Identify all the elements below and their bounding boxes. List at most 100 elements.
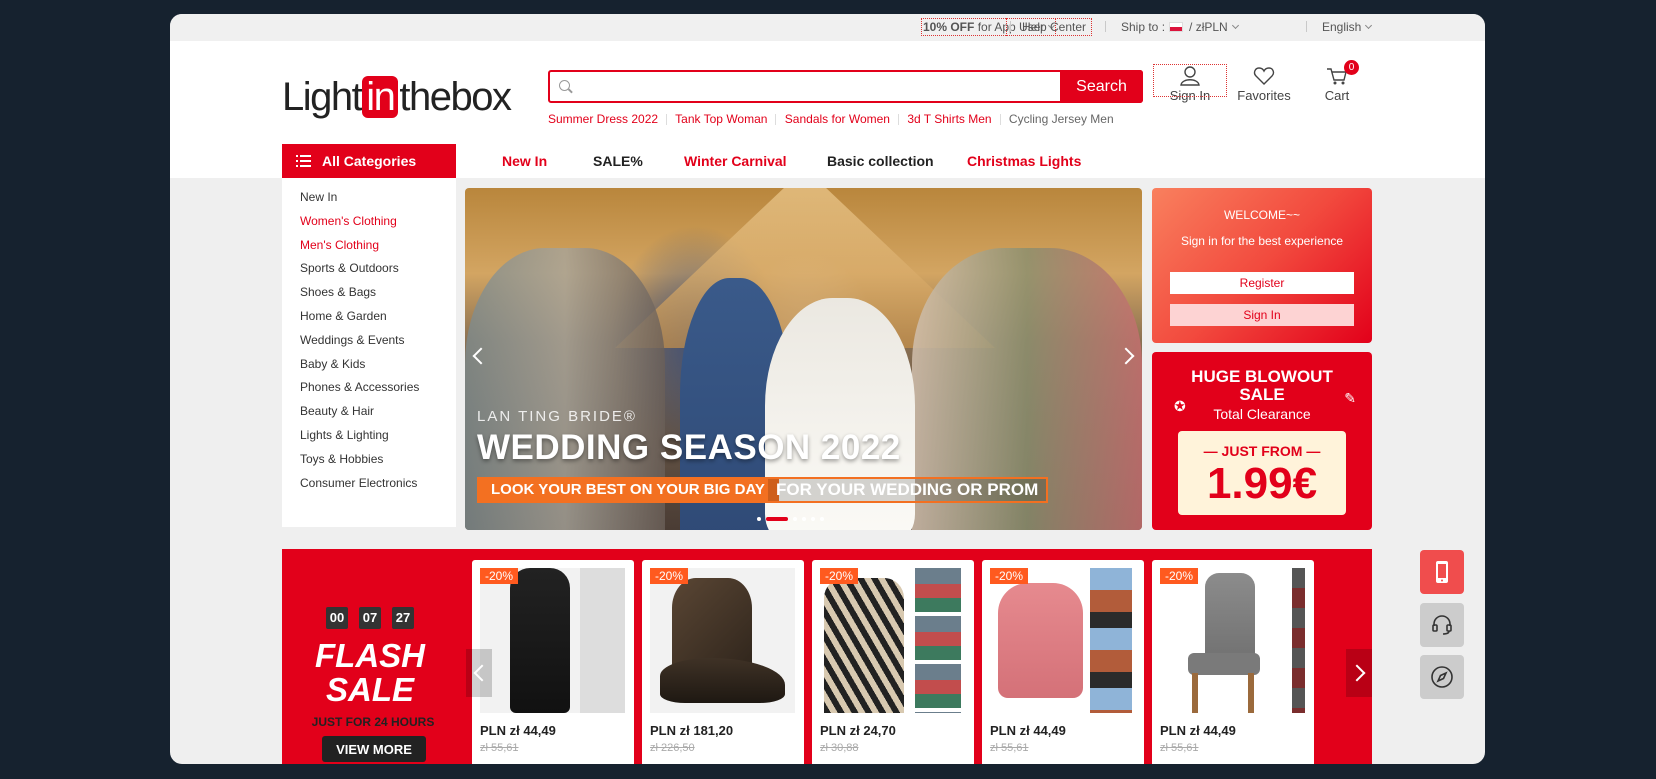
category-sidebar: New In Women's Clothing Men's Clothing S…: [282, 178, 456, 527]
banner-pagination: [757, 510, 829, 521]
carousel-prev-arrow-icon[interactable]: [466, 649, 492, 697]
discount-tag-icon: ✪: [1174, 398, 1186, 414]
product-price: PLN zł 24,70: [820, 723, 896, 738]
promo-strong: 10% OFF: [923, 20, 975, 34]
category-item[interactable]: Weddings & Events: [282, 329, 456, 353]
ship-to-selector[interactable]: Ship to : / złPLN: [1121, 20, 1239, 34]
help-center-link[interactable]: Help Center: [1005, 18, 1093, 36]
hotword-link[interactable]: Summer Dress 2022: [548, 112, 658, 126]
banner-brand: LAN TING BRIDE®: [477, 408, 637, 425]
cart-button[interactable]: Cart 0: [1307, 60, 1367, 103]
hotword-link[interactable]: Cycling Jersey Men: [1009, 112, 1114, 126]
banner-headline: WEDDING SEASON 2022: [477, 428, 901, 467]
product-card[interactable]: -20% PLN zł 44,49 zł 55,61: [1152, 560, 1314, 764]
welcome-panel: WELCOME~~ Sign in for the best experienc…: [1152, 188, 1372, 343]
hotword-link[interactable]: Sandals for Women: [785, 112, 890, 126]
category-item[interactable]: Consumer Electronics: [282, 472, 456, 496]
product-price: PLN zł 44,49: [990, 723, 1066, 738]
timer-hours: 00: [326, 607, 348, 629]
welcome-title: WELCOME~~: [1223, 208, 1301, 222]
logo-in: in: [362, 76, 399, 118]
view-more-button[interactable]: VIEW MORE: [322, 736, 426, 762]
sign-in-button[interactable]: Sign In: [1153, 64, 1227, 103]
category-item[interactable]: Men's Clothing: [282, 234, 456, 258]
category-item[interactable]: Beauty & Hair: [282, 400, 456, 424]
chevron-down-icon: [1365, 21, 1373, 30]
category-item[interactable]: Phones & Accessories: [282, 376, 456, 400]
currency-label: / złPLN: [1189, 20, 1228, 34]
product-image: [820, 568, 965, 713]
app-download-button[interactable]: [1420, 550, 1464, 594]
all-categories-button[interactable]: All Categories: [282, 144, 456, 178]
product-price: PLN zł 181,20: [650, 723, 734, 738]
nav-link-sale[interactable]: SALE%: [593, 153, 643, 169]
timer-seconds: 27: [392, 607, 414, 629]
hotword-link[interactable]: 3d T Shirts Men: [907, 112, 991, 126]
product-old-price: zł 55,61: [480, 742, 519, 754]
register-button[interactable]: Register: [1170, 272, 1354, 294]
poland-flag-icon: [1169, 22, 1184, 32]
compass-icon: [1431, 666, 1453, 688]
user-icon: [1180, 66, 1200, 86]
product-card[interactable]: -20% PLN zł 44,49 zł 55,61: [472, 560, 634, 764]
discount-badge: -20%: [1160, 568, 1199, 584]
product-card[interactable]: -20% PLN zł 24,70 zł 30,88: [812, 560, 974, 764]
discount-badge: -20%: [820, 568, 859, 584]
category-item[interactable]: Women's Clothing: [282, 210, 456, 234]
category-item[interactable]: Shoes & Bags: [282, 281, 456, 305]
sale-from-label: — JUST FROM —: [1203, 443, 1321, 459]
product-card[interactable]: -20% PLN zł 181,20 zł 226,50: [642, 560, 804, 764]
category-item[interactable]: Home & Garden: [282, 305, 456, 329]
banner-tagline: LOOK YOUR BEST ON YOUR BIG DAY: [477, 477, 779, 503]
flash-sale-title: FLASH SALE: [315, 637, 425, 708]
logo-text: thebox: [399, 75, 512, 119]
cart-count-badge: 0: [1344, 60, 1359, 75]
search-input[interactable]: [574, 72, 1054, 101]
product-old-price: zł 55,61: [990, 742, 1029, 754]
product-image: [1160, 568, 1305, 713]
divider: [1105, 21, 1106, 32]
heart-icon: [1253, 67, 1275, 85]
pagination-dot[interactable]: [802, 516, 806, 521]
nav-link-basic-collection[interactable]: Basic collection: [827, 153, 934, 169]
headset-icon: [1432, 615, 1452, 635]
language-label: English: [1322, 20, 1362, 34]
product-card[interactable]: -20% PLN zł 44,49 zł 55,61: [982, 560, 1144, 764]
pagination-dot[interactable]: [757, 516, 761, 521]
flash-sale-subtitle: JUST FOR 24 HOURS: [311, 715, 435, 729]
product-image: [650, 568, 795, 713]
product-old-price: zł 30,88: [820, 742, 859, 754]
pagination-dot[interactable]: [811, 516, 815, 521]
hero-banner[interactable]: LAN TING BRIDE® WEDDING SEASON 2022 LOOK…: [465, 188, 1142, 530]
discount-badge: -20%: [480, 568, 519, 584]
site-logo[interactable]: Light in thebox: [282, 75, 512, 119]
top-bar: 10% OFF for App User Help Center Ship to…: [170, 14, 1485, 41]
search-button[interactable]: Search: [1060, 70, 1143, 103]
category-item[interactable]: Sports & Outdoors: [282, 257, 456, 281]
panel-sign-in-button[interactable]: Sign In: [1170, 304, 1354, 326]
customer-service-button[interactable]: [1420, 603, 1464, 647]
cart-label: Cart: [1324, 88, 1350, 103]
product-old-price: zł 55,61: [1160, 742, 1199, 754]
nav-link-new-in[interactable]: New In: [502, 153, 547, 169]
sale-price: 1.99€: [1206, 459, 1318, 508]
pagination-dot-active[interactable]: [766, 516, 788, 521]
language-selector[interactable]: English: [1322, 20, 1373, 34]
explore-button[interactable]: [1420, 655, 1464, 699]
nav-link-winter-carnival[interactable]: Winter Carnival: [684, 153, 787, 169]
category-item[interactable]: New In: [282, 186, 456, 210]
divider: [1306, 21, 1307, 32]
blowout-sale-promo[interactable]: HUGE BLOWOUT SALE Total Clearance ✪ ✎ — …: [1152, 352, 1372, 530]
flash-sale-section: 00 07 27 FLASH SALE JUST FOR 24 HOURS VIEW…: [282, 549, 1372, 764]
welcome-subtitle: Sign in for the best experience: [1180, 234, 1344, 248]
product-price: PLN zł 44,49: [480, 723, 556, 738]
nav-link-christmas-lights[interactable]: Christmas Lights: [967, 153, 1081, 169]
favorites-button[interactable]: Favorites: [1234, 66, 1294, 103]
category-item[interactable]: Lights & Lighting: [282, 424, 456, 448]
category-item[interactable]: Baby & Kids: [282, 353, 456, 377]
carousel-next-arrow-icon[interactable]: [1346, 649, 1372, 697]
pagination-dot[interactable]: [793, 516, 797, 521]
category-item[interactable]: Toys & Hobbies: [282, 448, 456, 472]
pagination-dot[interactable]: [820, 516, 824, 521]
hotword-link[interactable]: Tank Top Woman: [675, 112, 767, 126]
